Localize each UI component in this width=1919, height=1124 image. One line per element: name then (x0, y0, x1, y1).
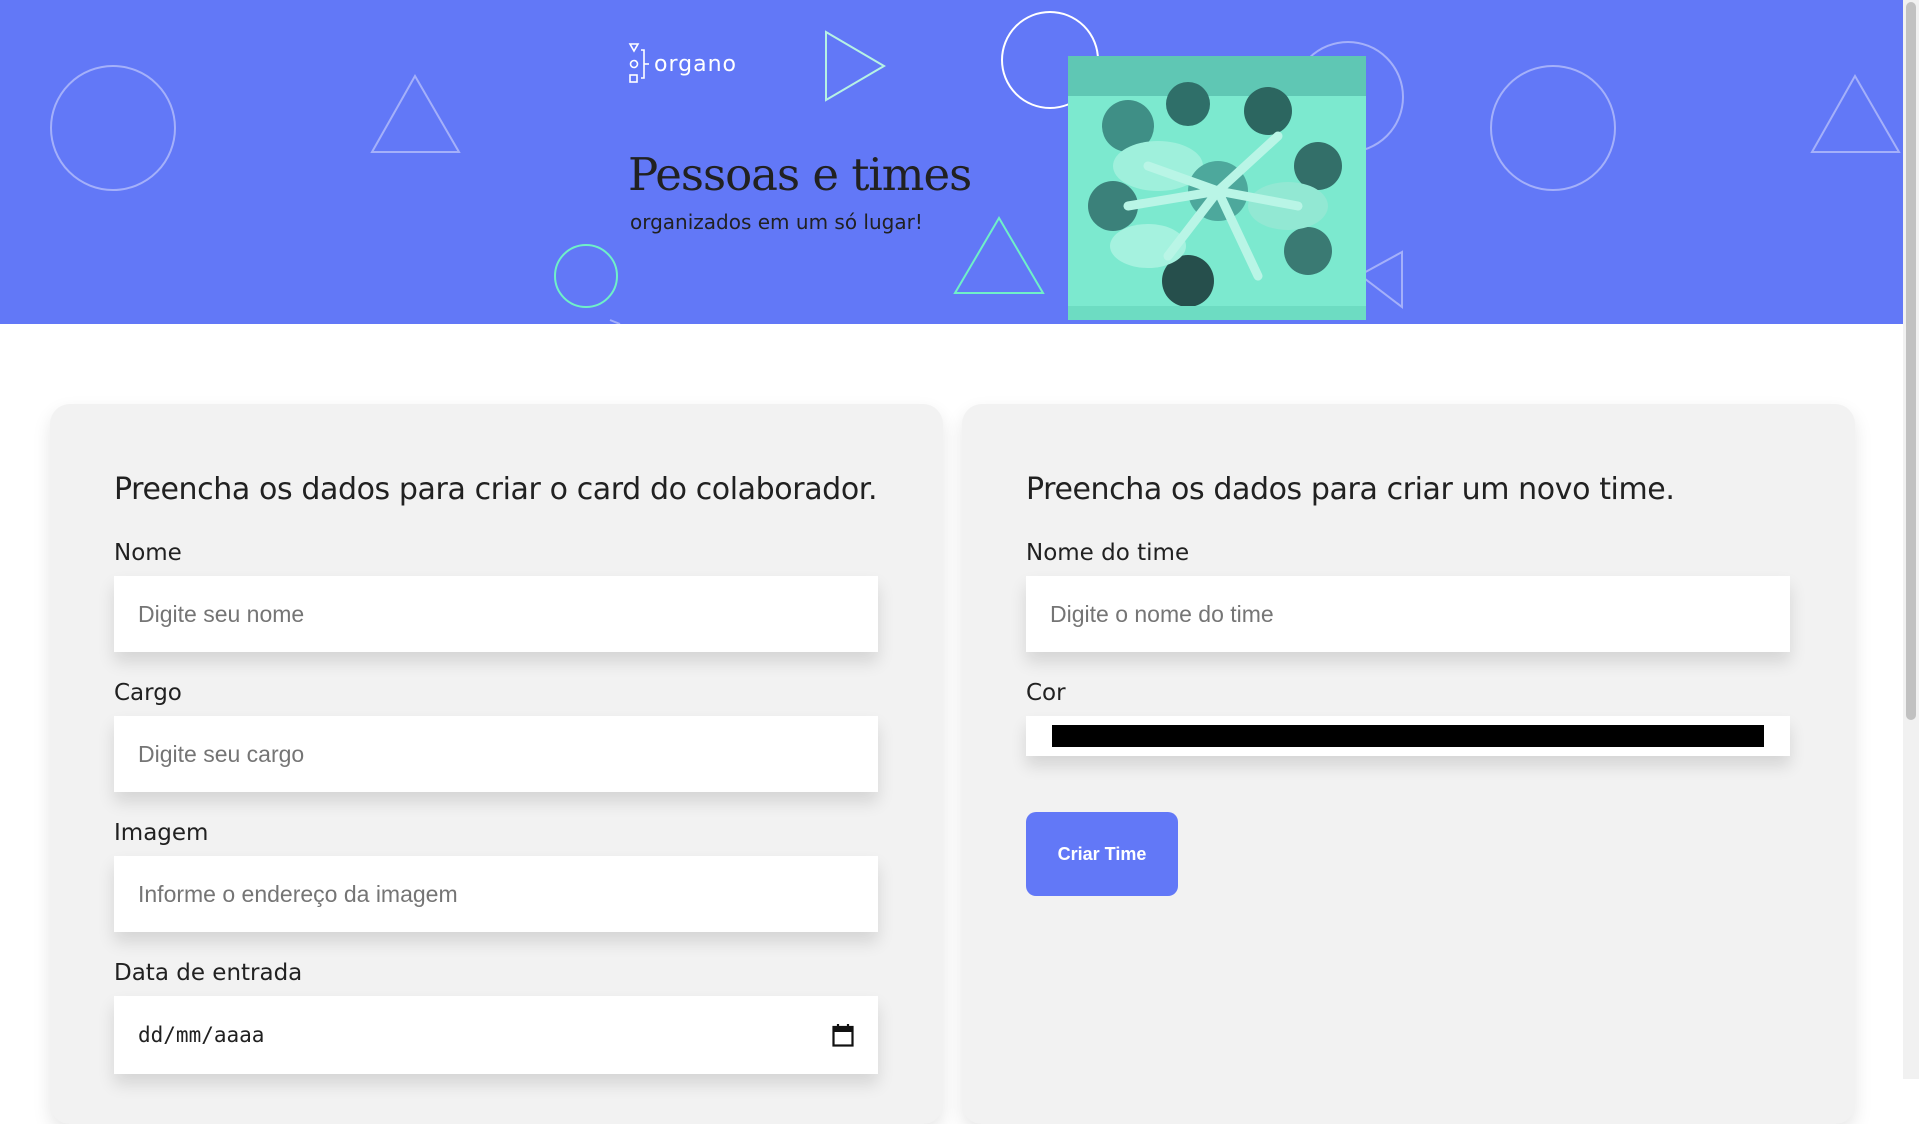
decor-triangle-small (1358, 250, 1403, 310)
organo-logo-icon (628, 43, 649, 83)
image-url-input[interactable] (114, 856, 878, 932)
decor-triangle-right (825, 30, 886, 102)
role-input[interactable] (114, 716, 878, 792)
page-scrollbar[interactable] (1903, 0, 1919, 1079)
team-color-input[interactable] (1026, 716, 1790, 756)
decor-circle-accent (554, 244, 618, 308)
collaborator-form-title: Preencha os dados para criar o card do c… (114, 472, 878, 507)
entry-date-input[interactable]: dd/mm/aaaa (114, 996, 878, 1074)
color-label: Cor (1026, 680, 1066, 706)
image-label: Imagem (114, 820, 209, 846)
team-name-label: Nome do time (1026, 540, 1190, 566)
date-value: dd/mm/aaaa (138, 1023, 265, 1047)
name-input[interactable] (114, 576, 878, 652)
decor-triangle (1810, 73, 1901, 153)
create-team-button[interactable]: Criar Time (1026, 812, 1178, 896)
name-label: Nome (114, 540, 182, 566)
decor-triangle (370, 73, 461, 153)
decor-line (609, 319, 621, 324)
role-label: Cargo (114, 680, 182, 706)
logo-text: organo (654, 51, 737, 77)
decor-circle (50, 65, 176, 191)
team-name-input[interactable] (1026, 576, 1790, 652)
color-swatch (1052, 725, 1764, 747)
logo[interactable]: organo (628, 42, 737, 86)
page-subtitle: organizados em um só lugar! (630, 210, 923, 234)
date-label: Data de entrada (114, 960, 303, 986)
team-form-card: Preencha os dados para criar um novo tim… (962, 404, 1855, 1124)
decor-triangle-accent (953, 216, 1045, 294)
decor-circle (1490, 65, 1616, 191)
hero-banner: organo Pessoas e times organizados em um… (0, 0, 1903, 324)
collaborator-form-card: Preencha os dados para criar o card do c… (50, 404, 943, 1124)
team-form-title: Preencha os dados para criar um novo tim… (1026, 472, 1675, 507)
team-hands-together-photo (1068, 56, 1366, 320)
calendar-icon[interactable] (832, 1023, 854, 1047)
page-title: Pessoas e times (628, 148, 972, 201)
scrollbar-thumb[interactable] (1906, 2, 1916, 720)
